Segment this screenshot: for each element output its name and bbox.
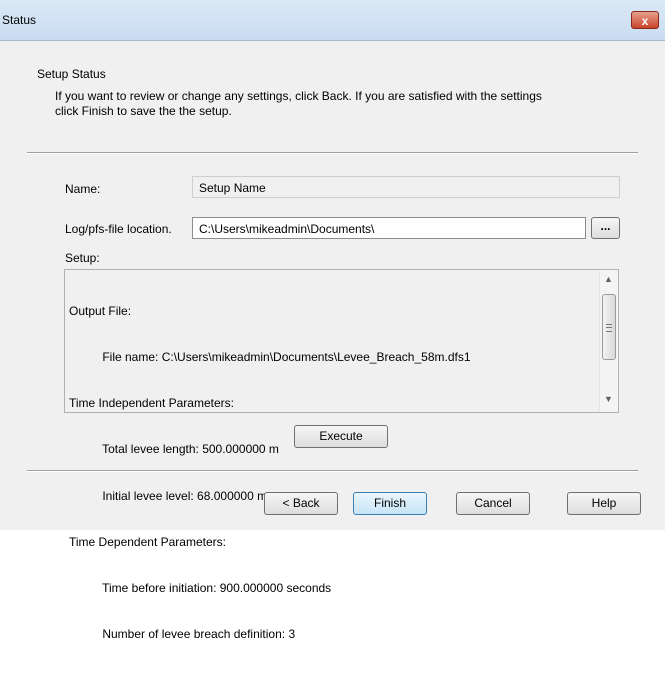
close-button[interactable]: x	[631, 11, 659, 29]
help-button[interactable]: Help	[567, 492, 641, 515]
scrollbar-thumb[interactable]	[602, 294, 616, 360]
scroll-down-arrow-icon[interactable]: ▼	[604, 394, 613, 404]
setup-line: Number of levee breach definition: 3	[69, 627, 296, 642]
log-location-label: Log/pfs-file location.	[65, 222, 172, 236]
header-divider	[27, 152, 638, 154]
execute-button[interactable]: Execute	[294, 425, 388, 448]
header-title: Setup Status	[37, 67, 106, 81]
back-button[interactable]: < Back	[264, 492, 338, 515]
setup-line: Output File:	[69, 303, 132, 318]
setup-line: Total levee length: 500.000000 m	[69, 442, 279, 457]
log-location-input[interactable]: C:\Users\mikeadmin\Documents\	[192, 217, 586, 239]
scroll-up-arrow-icon[interactable]: ▲	[604, 274, 613, 284]
finish-button[interactable]: Finish	[353, 492, 427, 515]
window-title: Status	[2, 13, 37, 27]
name-label: Name:	[65, 182, 101, 196]
title-bar: Status x	[0, 0, 665, 41]
setup-summary-text: Output File: File name: C:\Users\mikeadm…	[69, 273, 471, 674]
header-description: If you want to review or change any sett…	[55, 89, 625, 119]
setup-summary-box[interactable]: Output File: File name: C:\Users\mikeadm…	[64, 269, 619, 641]
header-description-line2: click Finish to save the the setup.	[55, 104, 232, 118]
header-description-line1: If you want to review or change any sett…	[55, 89, 542, 103]
setup-line: Time Dependent Parameters:	[69, 534, 226, 549]
setup-label: Setup:	[65, 251, 100, 265]
name-field: Setup Name	[192, 176, 620, 198]
setup-line: File name: C:\Users\mikeadmin\Documents\…	[69, 350, 471, 365]
setup-line: Time Independent Parameters:	[69, 396, 234, 411]
footer-divider	[27, 470, 638, 472]
grip-icon	[606, 324, 612, 332]
vertical-scrollbar[interactable]: ▲ ▼	[599, 270, 618, 412]
setup-line: Time before initiation: 900.000000 secon…	[69, 581, 332, 596]
browse-button[interactable]: ...	[591, 217, 620, 239]
cancel-button[interactable]: Cancel	[456, 492, 530, 515]
